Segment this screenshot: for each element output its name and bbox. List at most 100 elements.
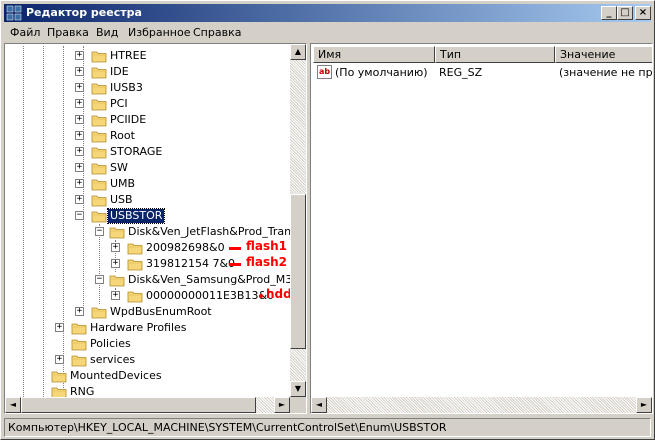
expand-icon[interactable]: + [75, 99, 84, 108]
tree-item[interactable]: + IUSB3 [7, 80, 290, 96]
expand-icon[interactable]: + [55, 355, 64, 364]
collapse-icon[interactable]: − [95, 275, 104, 284]
tree-item[interactable]: + services [7, 352, 290, 368]
expand-icon[interactable]: + [75, 307, 84, 316]
column-header-type[interactable]: Тип [435, 46, 555, 63]
tree-horizontal-scrollbar[interactable]: ◄ ► [5, 397, 290, 413]
scroll-thumb[interactable] [290, 194, 306, 349]
values-pane[interactable]: Имя Тип Значение ab (По умолчанию) REG_S… [310, 43, 653, 414]
tree-item-label: Policies [90, 337, 131, 350]
tree-item-label: Hardware Profiles [90, 321, 187, 334]
scroll-right-button[interactable]: ► [274, 397, 290, 413]
expand-icon[interactable]: + [75, 67, 84, 76]
scroll-thumb[interactable] [21, 397, 256, 413]
tree-item[interactable]: + PCI [7, 96, 290, 112]
expand-icon[interactable]: + [75, 163, 84, 172]
tree-item[interactable]: + WpdBusEnumRoot [7, 304, 290, 320]
expand-icon[interactable]: + [75, 147, 84, 156]
scroll-right-button[interactable]: ► [636, 397, 652, 413]
arrow-up-icon: ▲ [294, 47, 302, 56]
folder-icon [71, 323, 87, 335]
minimize-button[interactable]: _ [601, 6, 617, 20]
tree-item[interactable]: Policies [7, 336, 290, 352]
tree-item[interactable]: + Hardware Profiles [7, 320, 290, 336]
collapse-icon[interactable]: − [95, 227, 104, 236]
value-type: REG_SZ [439, 66, 483, 79]
tree-item-label: Disk&Ven_Samsung&Prod_M3_Por [128, 273, 290, 286]
collapse-icon[interactable]: − [75, 211, 84, 220]
scroll-up-button[interactable]: ▲ [290, 44, 306, 60]
tree-item[interactable]: − Disk&Ven_JetFlash&Prod_Transce [7, 224, 290, 240]
scroll-down-button[interactable]: ▼ [290, 381, 306, 397]
tree-item[interactable]: + USB [7, 192, 290, 208]
folder-icon [91, 195, 107, 207]
scroll-left-button[interactable]: ◄ [5, 397, 21, 413]
expand-icon[interactable]: + [75, 195, 84, 204]
registry-tree[interactable]: + HTREE + IDE + IUSB3 + PCI + PCIIDE + Root + STORAGE… [7, 46, 290, 397]
tree-item[interactable]: + HTREE [7, 48, 290, 64]
scroll-left-button[interactable]: ◄ [311, 397, 327, 413]
menu-help[interactable]: Справка [193, 26, 241, 39]
close-button[interactable]: × [635, 6, 651, 20]
menu-file[interactable]: Файл [10, 26, 40, 39]
window-title: Редактор реестра [26, 6, 142, 19]
annotation-dash [229, 263, 241, 266]
tree-pane[interactable]: + HTREE + IDE + IUSB3 + PCI + PCIIDE + Root + STORAGE… [4, 43, 307, 414]
list-horizontal-scrollbar[interactable]: ◄ ► [311, 397, 652, 413]
column-header-value[interactable]: Значение [555, 46, 652, 63]
tree-item-label: 319812154 7&0 [146, 257, 236, 270]
tree-item[interactable]: − Disk&Ven_Samsung&Prod_M3_Por [7, 272, 290, 288]
expand-icon[interactable]: + [111, 291, 120, 300]
tree-item[interactable]: RNG [7, 384, 290, 397]
folder-icon [91, 115, 107, 127]
folder-icon [91, 99, 107, 111]
tree-item[interactable]: +00000000011E3B13&0 [7, 288, 290, 304]
folder-icon [91, 211, 107, 223]
tree-item[interactable]: + STORAGE [7, 144, 290, 160]
annotation-dot [259, 294, 263, 298]
folder-icon [127, 291, 143, 303]
tree-item-label: USBSTOR [106, 208, 166, 224]
close-icon: × [638, 7, 648, 18]
folder-icon [127, 243, 143, 255]
expand-icon[interactable]: + [75, 115, 84, 124]
tree-item[interactable]: + IDE [7, 64, 290, 80]
expand-icon[interactable]: + [55, 323, 64, 332]
folder-icon [71, 339, 87, 351]
tree-item[interactable]: + UMB [7, 176, 290, 192]
expand-icon[interactable]: + [75, 179, 84, 188]
title-bar[interactable]: Редактор реестра _ □ × [4, 4, 651, 22]
list-item[interactable]: ab (По умолчанию) REG_SZ (значение не пр… [313, 65, 653, 81]
tree-item[interactable]: + Root [7, 128, 290, 144]
column-header-name[interactable]: Имя [313, 46, 435, 63]
arrow-left-icon: ◄ [315, 400, 323, 409]
tree-item-label: PCI [110, 97, 128, 110]
tree-item[interactable]: MountedDevices [7, 368, 290, 384]
annotation-label: flash1 [246, 239, 288, 253]
folder-icon [91, 307, 107, 319]
expand-icon[interactable]: + [75, 83, 84, 92]
expand-icon[interactable]: + [75, 51, 84, 60]
value-data: (значение не прис [559, 66, 653, 79]
tree-item[interactable]: + PCIIDE [7, 112, 290, 128]
annotation-label: flash2 [246, 255, 288, 269]
tree-item-label: PCIIDE [110, 113, 147, 126]
tree-item-label: HTREE [110, 49, 147, 62]
menu-favorites[interactable]: Избранное [128, 26, 190, 39]
expand-icon[interactable]: + [111, 243, 120, 252]
menu-view[interactable]: Вид [96, 26, 118, 39]
expand-icon[interactable]: + [111, 259, 120, 268]
maximize-button[interactable]: □ [617, 6, 633, 20]
tree-vertical-scrollbar[interactable]: ▲ ▼ [290, 44, 306, 397]
tree-item[interactable]: + SW [7, 160, 290, 176]
tree-item[interactable]: − USBSTOR [7, 208, 290, 224]
arrow-down-icon: ▼ [294, 384, 302, 393]
tree-item-label: SW [110, 161, 128, 174]
arrow-right-icon: ► [278, 400, 286, 409]
menu-edit[interactable]: Правка [47, 26, 89, 39]
tree-item-label: STORAGE [110, 145, 163, 158]
tree-item-label: IUSB3 [110, 81, 143, 94]
folder-icon [109, 275, 125, 287]
tree-item-label: UMB [110, 177, 136, 190]
expand-icon[interactable]: + [75, 131, 84, 140]
